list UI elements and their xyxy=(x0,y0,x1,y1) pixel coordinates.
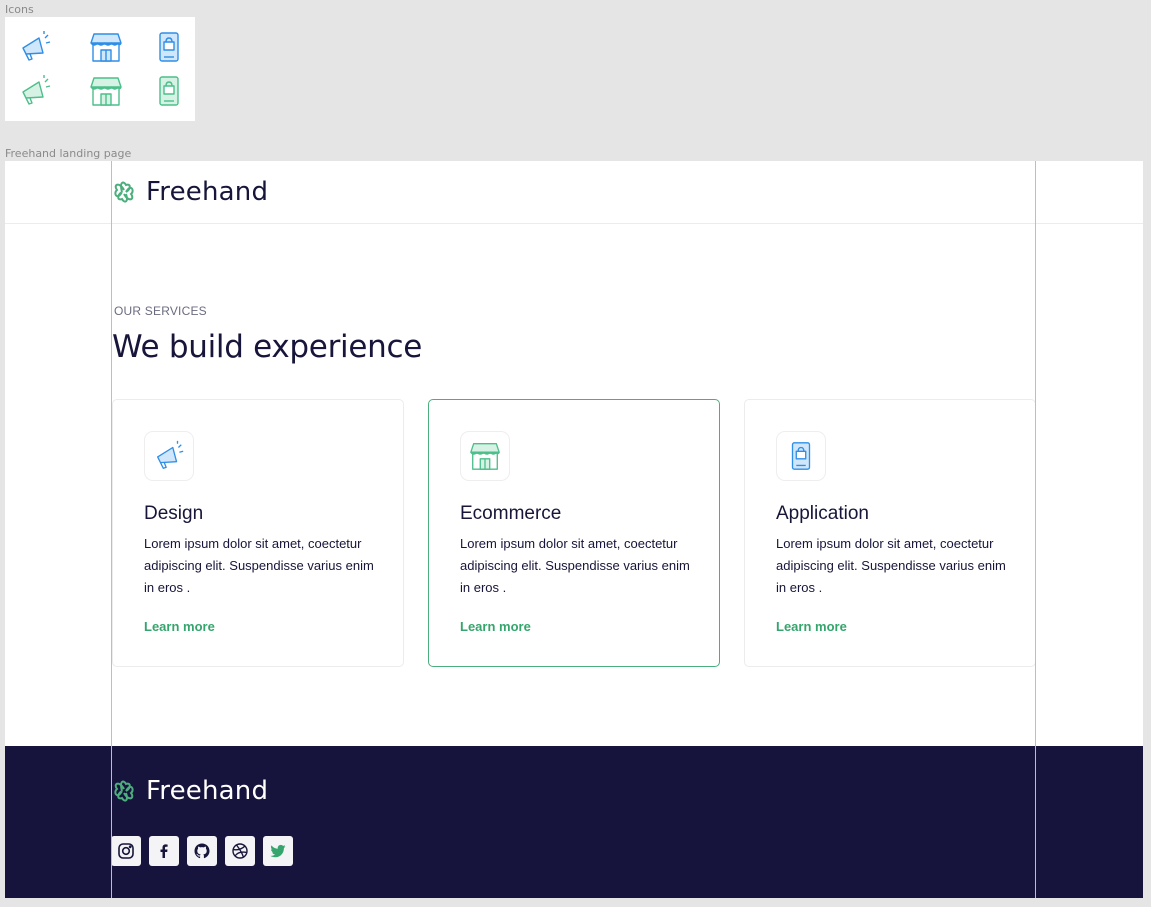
clover-logo-icon xyxy=(114,780,134,802)
landing-page-frame: Freehand OUR SERVICES We build experienc… xyxy=(5,161,1143,898)
service-card-design[interactable]: Design Lorem ipsum dolor sit amet, coect… xyxy=(112,399,404,667)
learn-more-link[interactable]: Learn more xyxy=(460,619,531,634)
section-eyebrow: OUR SERVICES xyxy=(114,304,207,318)
dribbble-icon xyxy=(232,843,248,859)
storefront-icon xyxy=(470,443,500,470)
clover-logo-icon xyxy=(114,181,134,203)
brand-name: Freehand xyxy=(146,776,269,806)
github-link[interactable] xyxy=(187,836,217,866)
footer-logo[interactable]: Freehand xyxy=(111,776,268,806)
card-icon-box xyxy=(776,431,826,481)
icons-frame-label[interactable]: Icons xyxy=(5,3,34,16)
card-title: Application xyxy=(776,503,869,524)
twitter-link[interactable] xyxy=(263,836,293,866)
twitter-icon xyxy=(270,844,286,858)
instagram-icon xyxy=(118,843,134,859)
service-card-ecommerce[interactable]: Ecommerce Lorem ipsum dolor sit amet, co… xyxy=(428,399,720,667)
card-title: Ecommerce xyxy=(460,503,562,524)
github-icon xyxy=(194,843,210,859)
social-links xyxy=(111,836,293,866)
card-icon-box xyxy=(144,431,194,481)
phone-bag-icon xyxy=(791,442,811,470)
facebook-link[interactable] xyxy=(149,836,179,866)
phone-bag-icon xyxy=(159,32,179,62)
layout-guide-right xyxy=(1035,161,1036,898)
layout-guide-left xyxy=(111,161,112,898)
card-description: Lorem ipsum dolor sit amet, coectetur ad… xyxy=(776,536,1006,595)
megaphone-icon xyxy=(22,31,51,61)
card-icon-box xyxy=(460,431,510,481)
card-title: Design xyxy=(144,503,204,524)
icons-frame[interactable] xyxy=(5,17,195,121)
megaphone-icon xyxy=(157,440,184,469)
card-description: Lorem ipsum dolor sit amet, coectetur ad… xyxy=(460,536,690,595)
site-header: Freehand xyxy=(5,161,1143,224)
site-footer: Freehand xyxy=(5,746,1143,898)
instagram-link[interactable] xyxy=(111,836,141,866)
dribbble-link[interactable] xyxy=(225,836,255,866)
brand-name: Freehand xyxy=(146,177,269,207)
learn-more-link[interactable]: Learn more xyxy=(776,619,847,634)
header-logo[interactable]: Freehand xyxy=(111,177,268,207)
section-title: We build experience xyxy=(112,329,422,365)
page-frame-label[interactable]: Freehand landing page xyxy=(5,147,131,160)
learn-more-link[interactable]: Learn more xyxy=(144,619,215,634)
service-card-application[interactable]: Application Lorem ipsum dolor sit amet, … xyxy=(744,399,1036,667)
card-description: Lorem ipsum dolor sit amet, coectetur ad… xyxy=(144,536,374,595)
phone-bag-icon xyxy=(159,76,179,106)
storefront-icon xyxy=(90,77,122,106)
facebook-icon xyxy=(160,844,168,858)
storefront-icon xyxy=(90,33,122,62)
megaphone-icon xyxy=(22,75,51,105)
